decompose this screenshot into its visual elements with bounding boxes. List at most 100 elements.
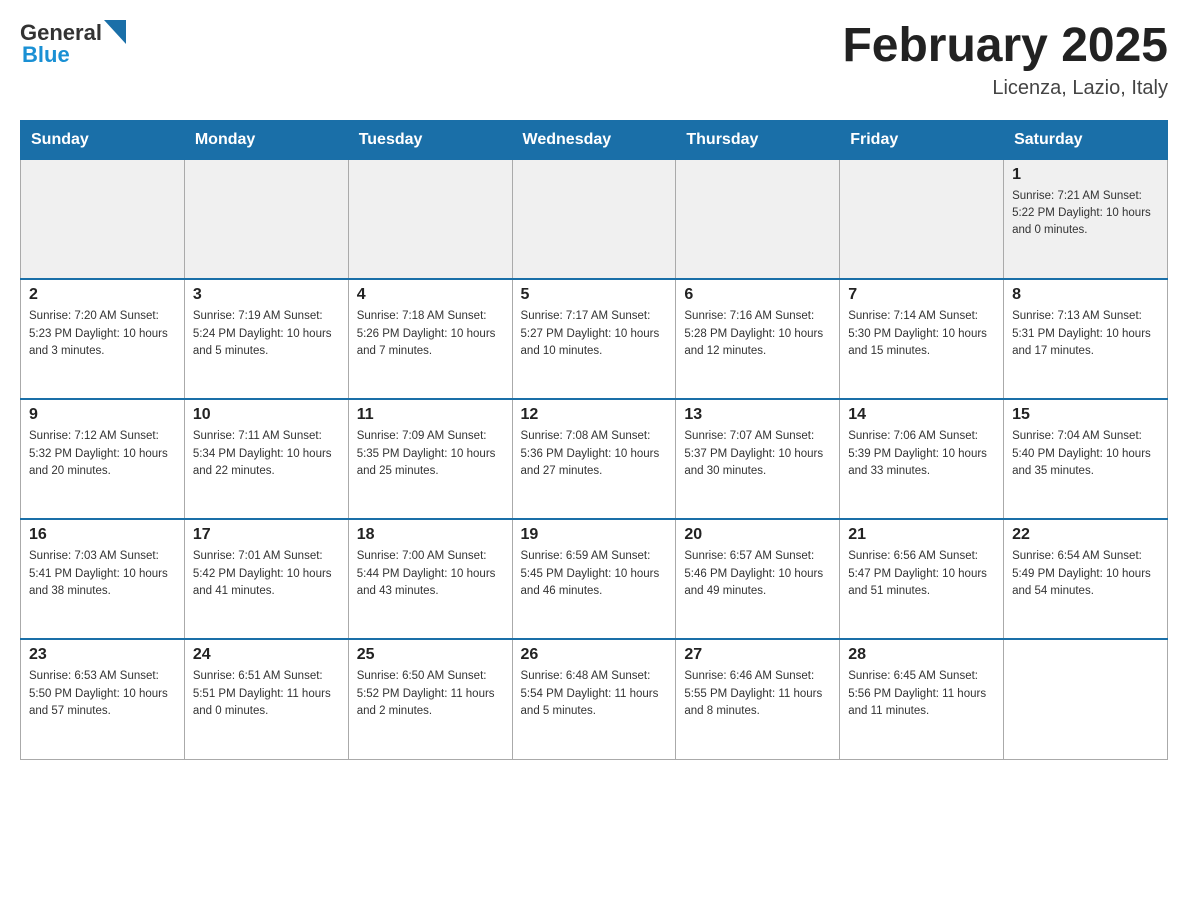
day-info: Sunrise: 7:11 AM Sunset: 5:34 PM Dayligh…	[193, 428, 340, 480]
calendar-cell: 20 Sunrise: 6:57 AM Sunset: 5:46 PM Dayli…	[676, 519, 840, 639]
day-number: 19	[521, 526, 668, 544]
day-number: 9	[29, 406, 176, 424]
day-number: 1	[1012, 166, 1159, 184]
header-monday: Monday	[184, 120, 348, 159]
calendar-cell	[21, 159, 185, 279]
day-info: Sunrise: 7:13 AM Sunset: 5:31 PM Dayligh…	[1012, 308, 1159, 360]
header-friday: Friday	[840, 120, 1004, 159]
day-info: Sunrise: 7:06 AM Sunset: 5:39 PM Dayligh…	[848, 428, 995, 480]
calendar-table: SundayMondayTuesdayWednesdayThursdayFrid…	[20, 120, 1168, 760]
day-info: Sunrise: 7:21 AM Sunset: 5:22 PM Dayligh…	[1012, 188, 1159, 240]
day-info: Sunrise: 6:59 AM Sunset: 5:45 PM Dayligh…	[521, 548, 668, 600]
header-thursday: Thursday	[676, 120, 840, 159]
logo-arrow-icon	[104, 20, 126, 44]
page-header: General Blue February 2025 Licenza, Lazi…	[20, 20, 1168, 100]
day-info: Sunrise: 7:12 AM Sunset: 5:32 PM Dayligh…	[29, 428, 176, 480]
logo: General Blue	[20, 20, 126, 68]
day-info: Sunrise: 6:48 AM Sunset: 5:54 PM Dayligh…	[521, 668, 668, 720]
day-info: Sunrise: 6:57 AM Sunset: 5:46 PM Dayligh…	[684, 548, 831, 600]
calendar-cell: 24 Sunrise: 6:51 AM Sunset: 5:51 PM Dayli…	[184, 639, 348, 759]
day-number: 18	[357, 526, 504, 544]
day-info: Sunrise: 7:18 AM Sunset: 5:26 PM Dayligh…	[357, 308, 504, 360]
calendar-cell: 22 Sunrise: 6:54 AM Sunset: 5:49 PM Dayli…	[1004, 519, 1168, 639]
day-number: 2	[29, 286, 176, 304]
calendar-cell: 7Sunrise: 7:14 AM Sunset: 5:30 PM Daylig…	[840, 279, 1004, 399]
calendar-cell: 1 Sunrise: 7:21 AM Sunset: 5:22 PM Daylig…	[1004, 159, 1168, 279]
calendar-cell: 13 Sunrise: 7:07 AM Sunset: 5:37 PM Dayli…	[676, 399, 840, 519]
header-tuesday: Tuesday	[348, 120, 512, 159]
day-info: Sunrise: 7:04 AM Sunset: 5:40 PM Dayligh…	[1012, 428, 1159, 480]
calendar-cell: 6 Sunrise: 7:16 AM Sunset: 5:28 PM Daylig…	[676, 279, 840, 399]
day-number: 25	[357, 646, 504, 664]
day-info: Sunrise: 6:50 AM Sunset: 5:52 PM Dayligh…	[357, 668, 504, 720]
calendar-cell: 25 Sunrise: 6:50 AM Sunset: 5:52 PM Dayli…	[348, 639, 512, 759]
calendar-cell: 15Sunrise: 7:04 AM Sunset: 5:40 PM Dayli…	[1004, 399, 1168, 519]
calendar-cell: 10 Sunrise: 7:11 AM Sunset: 5:34 PM Dayli…	[184, 399, 348, 519]
calendar-cell: 23 Sunrise: 6:53 AM Sunset: 5:50 PM Dayli…	[21, 639, 185, 759]
day-number: 22	[1012, 526, 1159, 544]
day-info: Sunrise: 7:08 AM Sunset: 5:36 PM Dayligh…	[521, 428, 668, 480]
day-number: 20	[684, 526, 831, 544]
day-info: Sunrise: 7:09 AM Sunset: 5:35 PM Dayligh…	[357, 428, 504, 480]
day-number: 27	[684, 646, 831, 664]
calendar-cell	[348, 159, 512, 279]
day-info: Sunrise: 7:14 AM Sunset: 5:30 PM Dayligh…	[848, 308, 995, 360]
week-row-1: 2 Sunrise: 7:20 AM Sunset: 5:23 PM Daylig…	[21, 279, 1168, 399]
calendar-header-row: SundayMondayTuesdayWednesdayThursdayFrid…	[21, 120, 1168, 159]
day-number: 10	[193, 406, 340, 424]
week-row-0: 1 Sunrise: 7:21 AM Sunset: 5:22 PM Daylig…	[21, 159, 1168, 279]
day-info: Sunrise: 6:51 AM Sunset: 5:51 PM Dayligh…	[193, 668, 340, 720]
day-number: 23	[29, 646, 176, 664]
calendar-cell: 5 Sunrise: 7:17 AM Sunset: 5:27 PM Daylig…	[512, 279, 676, 399]
day-info: Sunrise: 6:54 AM Sunset: 5:49 PM Dayligh…	[1012, 548, 1159, 600]
day-number: 5	[521, 286, 668, 304]
calendar-cell: 18 Sunrise: 7:00 AM Sunset: 5:44 PM Dayli…	[348, 519, 512, 639]
day-number: 13	[684, 406, 831, 424]
day-info: Sunrise: 7:01 AM Sunset: 5:42 PM Dayligh…	[193, 548, 340, 600]
logo-blue-text: Blue	[22, 42, 126, 68]
calendar-cell	[676, 159, 840, 279]
day-info: Sunrise: 7:07 AM Sunset: 5:37 PM Dayligh…	[684, 428, 831, 480]
day-number: 24	[193, 646, 340, 664]
day-number: 12	[521, 406, 668, 424]
calendar-cell: 27 Sunrise: 6:46 AM Sunset: 5:55 PM Dayli…	[676, 639, 840, 759]
calendar-cell	[840, 159, 1004, 279]
day-number: 17	[193, 526, 340, 544]
day-number: 6	[684, 286, 831, 304]
week-row-3: 16 Sunrise: 7:03 AM Sunset: 5:41 PM Dayli…	[21, 519, 1168, 639]
title-block: February 2025 Licenza, Lazio, Italy	[842, 20, 1168, 100]
day-info: Sunrise: 7:00 AM Sunset: 5:44 PM Dayligh…	[357, 548, 504, 600]
day-info: Sunrise: 7:16 AM Sunset: 5:28 PM Dayligh…	[684, 308, 831, 360]
day-number: 4	[357, 286, 504, 304]
calendar-cell: 17 Sunrise: 7:01 AM Sunset: 5:42 PM Dayli…	[184, 519, 348, 639]
day-info: Sunrise: 6:53 AM Sunset: 5:50 PM Dayligh…	[29, 668, 176, 720]
calendar-cell: 14 Sunrise: 7:06 AM Sunset: 5:39 PM Dayli…	[840, 399, 1004, 519]
day-number: 14	[848, 406, 995, 424]
calendar-cell: 3 Sunrise: 7:19 AM Sunset: 5:24 PM Daylig…	[184, 279, 348, 399]
header-wednesday: Wednesday	[512, 120, 676, 159]
day-number: 11	[357, 406, 504, 424]
day-number: 26	[521, 646, 668, 664]
day-info: Sunrise: 6:56 AM Sunset: 5:47 PM Dayligh…	[848, 548, 995, 600]
week-row-4: 23 Sunrise: 6:53 AM Sunset: 5:50 PM Dayli…	[21, 639, 1168, 759]
day-info: Sunrise: 7:03 AM Sunset: 5:41 PM Dayligh…	[29, 548, 176, 600]
day-number: 21	[848, 526, 995, 544]
day-info: Sunrise: 6:45 AM Sunset: 5:56 PM Dayligh…	[848, 668, 995, 720]
day-info: Sunrise: 6:46 AM Sunset: 5:55 PM Dayligh…	[684, 668, 831, 720]
day-info: Sunrise: 7:17 AM Sunset: 5:27 PM Dayligh…	[521, 308, 668, 360]
calendar-cell: 12 Sunrise: 7:08 AM Sunset: 5:36 PM Dayli…	[512, 399, 676, 519]
header-saturday: Saturday	[1004, 120, 1168, 159]
calendar-cell: 19 Sunrise: 6:59 AM Sunset: 5:45 PM Dayli…	[512, 519, 676, 639]
location-text: Licenza, Lazio, Italy	[842, 77, 1168, 100]
calendar-cell: 28Sunrise: 6:45 AM Sunset: 5:56 PM Dayli…	[840, 639, 1004, 759]
day-number: 16	[29, 526, 176, 544]
day-info: Sunrise: 7:20 AM Sunset: 5:23 PM Dayligh…	[29, 308, 176, 360]
calendar-cell: 16 Sunrise: 7:03 AM Sunset: 5:41 PM Dayli…	[21, 519, 185, 639]
calendar-cell: 8Sunrise: 7:13 AM Sunset: 5:31 PM Daylig…	[1004, 279, 1168, 399]
day-number: 3	[193, 286, 340, 304]
calendar-cell: 11 Sunrise: 7:09 AM Sunset: 5:35 PM Dayli…	[348, 399, 512, 519]
calendar-cell	[512, 159, 676, 279]
day-info: Sunrise: 7:19 AM Sunset: 5:24 PM Dayligh…	[193, 308, 340, 360]
week-row-2: 9 Sunrise: 7:12 AM Sunset: 5:32 PM Daylig…	[21, 399, 1168, 519]
calendar-cell: 9 Sunrise: 7:12 AM Sunset: 5:32 PM Daylig…	[21, 399, 185, 519]
